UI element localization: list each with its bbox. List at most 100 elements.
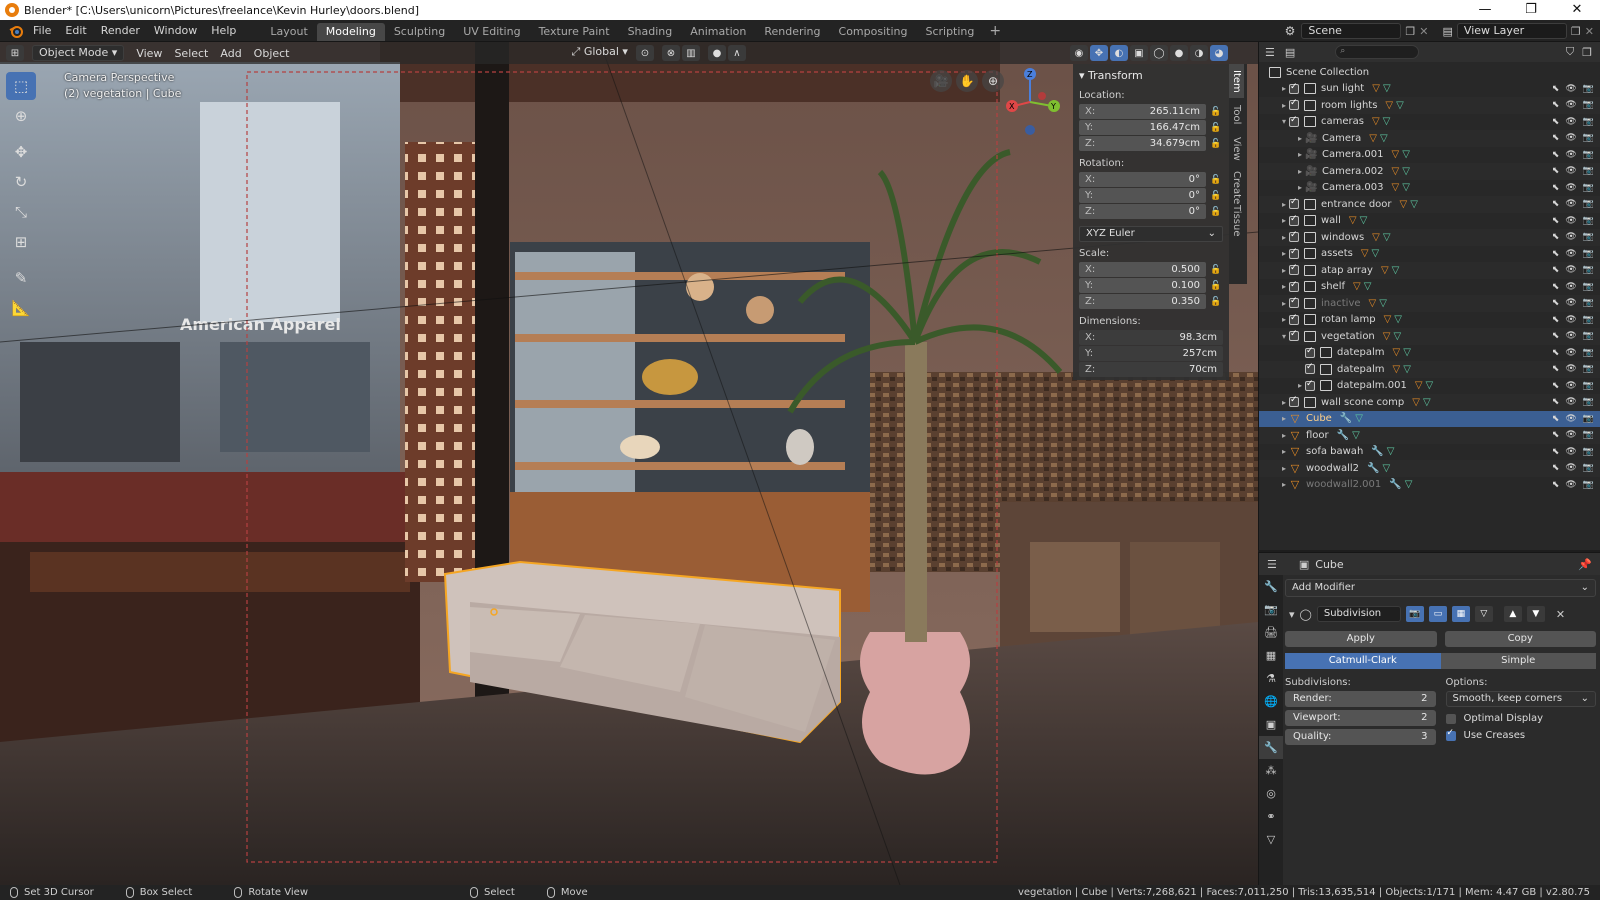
mesh-data-icon[interactable]: ▽ [1402, 182, 1410, 193]
exclude-checkbox[interactable] [1289, 214, 1299, 226]
object-data-icon[interactable]: ▽ [1383, 331, 1391, 342]
render-camera-icon[interactable]: 📷 [1583, 216, 1594, 226]
add-modifier-dropdown[interactable]: Add Modifier ⌄ [1285, 579, 1596, 597]
tab-compositing[interactable]: Compositing [830, 23, 917, 41]
shading-solid-icon[interactable]: ● [1170, 45, 1188, 61]
mesh-data-icon[interactable]: ▽ [1383, 83, 1391, 94]
object-tab-icon[interactable]: ▣ [1259, 713, 1283, 736]
exclude-checkbox[interactable] [1289, 247, 1299, 259]
outliner-item[interactable]: ▸ assets ▽▽ ⬉ 👁 📷 [1259, 246, 1600, 263]
outliner-item[interactable]: ▸ sun light ▽▽ ⬉ 👁 📷 [1259, 81, 1600, 98]
tab-uv-editing[interactable]: UV Editing [454, 23, 529, 41]
object-data-icon[interactable]: ▽ [1412, 397, 1420, 408]
mesh-data-icon[interactable]: ▽ [1372, 248, 1380, 259]
render-camera-icon[interactable]: 📷 [1583, 331, 1594, 341]
render-tab-icon[interactable]: 📷 [1259, 598, 1283, 621]
render-camera-icon[interactable]: 📷 [1583, 430, 1594, 440]
tab-sculpting[interactable]: Sculpting [385, 23, 454, 41]
scale-z-field[interactable]: Z: 0.350 [1079, 294, 1206, 309]
expand-arrow-icon[interactable]: ▸ [1279, 480, 1289, 489]
outliner-item[interactable]: ▸ room lights ▽▽ ⬉ 👁 📷 [1259, 97, 1600, 114]
exclude-checkbox[interactable] [1289, 296, 1299, 309]
expand-arrow-icon[interactable]: ▸ [1295, 183, 1305, 192]
dimensions-z-field[interactable]: Z: 70cm [1079, 362, 1223, 377]
expand-arrow-icon[interactable]: ▸ [1279, 398, 1289, 407]
render-camera-icon[interactable]: 📷 [1583, 414, 1594, 424]
outliner-item[interactable]: ▸ inactive ▽▽ ⬉ 👁 📷 [1259, 295, 1600, 312]
outliner-item[interactable]: ▾ cameras ▽▽ ⬉ 👁 📷 [1259, 114, 1600, 131]
quality-field[interactable]: Quality: 3 [1285, 729, 1436, 745]
visibility-eye-icon[interactable]: 👁 [1565, 331, 1576, 341]
mode-selector[interactable]: Object Mode ▾ [32, 45, 125, 61]
visibility-eye-icon[interactable]: 👁 [1565, 232, 1576, 242]
viewport-menu-object[interactable]: Object [248, 47, 296, 60]
outliner-item[interactable]: ▸ entrance door ▽▽ ⬉ 👁 📷 [1259, 196, 1600, 213]
selectable-icon[interactable]: ⬉ [1552, 298, 1560, 308]
object-data-icon[interactable]: ▽ [1381, 265, 1389, 276]
visibility-eye-icon[interactable]: 👁 [1565, 364, 1576, 374]
visibility-eye-icon[interactable]: 👁 [1565, 397, 1576, 407]
object-data-icon[interactable]: ▽ [1392, 182, 1400, 193]
rotation-mode-select[interactable]: XYZ Euler ⌄ [1079, 226, 1223, 242]
render-camera-icon[interactable]: 📷 [1583, 150, 1594, 160]
mesh-data-icon[interactable]: ▽ [1393, 331, 1401, 342]
render-camera-icon[interactable]: 📷 [1583, 348, 1594, 358]
editor-type-icon[interactable]: ⊞ [6, 45, 24, 61]
proportional-edit-icon[interactable]: ● [707, 45, 726, 61]
tab-view[interactable]: View [1229, 132, 1244, 166]
mesh-data-icon[interactable]: ▽ [1352, 430, 1360, 441]
render-camera-icon[interactable]: 📷 [1583, 397, 1594, 407]
mesh-data-icon[interactable]: ▽ [1426, 380, 1434, 391]
collapse-arrow-icon[interactable]: ▾ [1289, 608, 1295, 621]
catmull-clark-option[interactable]: Catmull-Clark [1285, 653, 1441, 669]
outliner-item[interactable]: ▸ ▽ sofa bawah 🔧 ▽ ⬉ 👁 📷 [1259, 444, 1600, 461]
selectable-icon[interactable]: ⬉ [1552, 381, 1560, 391]
tab-layout[interactable]: Layout [261, 23, 316, 41]
display-mode-icon[interactable]: ▤ [1285, 46, 1295, 59]
dimensions-y-field[interactable]: Y: 257cm [1079, 346, 1223, 361]
mesh-data-icon[interactable]: ▽ [1423, 397, 1431, 408]
mesh-data-icon[interactable]: ▽ [1403, 347, 1411, 358]
visibility-eye-icon[interactable]: 👁 [1565, 282, 1576, 292]
transform-panel-header[interactable]: ▾ Transform [1079, 68, 1223, 84]
editmode-toggle-icon[interactable]: ▦ [1451, 606, 1470, 622]
snap-target-icon[interactable]: ▥ [681, 45, 700, 61]
falloff-icon[interactable]: ∧ [727, 45, 746, 61]
render-camera-icon[interactable]: 📷 [1583, 199, 1594, 209]
outliner-root[interactable]: Scene Collection [1259, 64, 1600, 81]
visibility-eye-icon[interactable]: 👁 [1565, 480, 1576, 490]
outliner-item[interactable]: ▸ shelf ▽▽ ⬉ 👁 📷 [1259, 279, 1600, 296]
outliner-item[interactable]: ▸ 🎥 Camera.002 ▽ ▽ ⬉ 👁 📷 [1259, 163, 1600, 180]
outliner-item[interactable]: ▸ ▽ floor 🔧 ▽ ⬉ 👁 📷 [1259, 427, 1600, 444]
object-data-icon[interactable]: ▽ [1372, 232, 1380, 243]
visibility-eye-icon[interactable]: 👁 [1565, 447, 1576, 457]
selectable-icon[interactable]: ⬉ [1552, 364, 1560, 374]
close-button[interactable]: ✕ [1554, 0, 1600, 20]
expand-arrow-icon[interactable]: ▸ [1279, 414, 1289, 423]
uv-smooth-select[interactable]: Smooth, keep corners ⌄ [1445, 691, 1596, 707]
transform-orientation[interactable]: ⤢ Global ▾ [566, 45, 634, 61]
object-data-icon[interactable]: ▽ [1393, 347, 1401, 358]
selectable-icon[interactable]: ⬉ [1552, 447, 1560, 457]
snap-icon[interactable]: ⊗ [661, 45, 680, 61]
visibility-eye-icon[interactable]: 👁 [1565, 381, 1576, 391]
visibility-eye-icon[interactable]: 👁 [1565, 150, 1576, 160]
exclude-checkbox[interactable] [1305, 346, 1315, 358]
filter-icon[interactable]: ⛉ [1566, 45, 1574, 59]
object-data-icon[interactable]: ▽ [1372, 83, 1380, 94]
visibility-eye-icon[interactable]: 👁 [1565, 463, 1576, 473]
add-workspace-button[interactable]: + [983, 23, 1007, 39]
tab-item[interactable]: Item [1229, 64, 1244, 98]
remove-view-layer-icon[interactable]: ✕ [1585, 25, 1594, 38]
expand-arrow-icon[interactable]: ▸ [1295, 381, 1305, 390]
transform-tool[interactable]: ⊞ [6, 228, 36, 256]
tab-rendering[interactable]: Rendering [755, 23, 829, 41]
shading-rendered-icon[interactable]: ◕ [1210, 45, 1228, 61]
visibility-eye-icon[interactable]: 👁 [1565, 298, 1576, 308]
move-up-icon[interactable]: ▲ [1503, 606, 1522, 622]
menu-help[interactable]: Help [204, 20, 243, 42]
selectable-icon[interactable]: ⬉ [1552, 348, 1560, 358]
xray-icon[interactable]: ▣ [1130, 45, 1148, 61]
tab-create[interactable]: Create [1229, 166, 1244, 204]
shading-material-icon[interactable]: ◑ [1190, 45, 1208, 61]
